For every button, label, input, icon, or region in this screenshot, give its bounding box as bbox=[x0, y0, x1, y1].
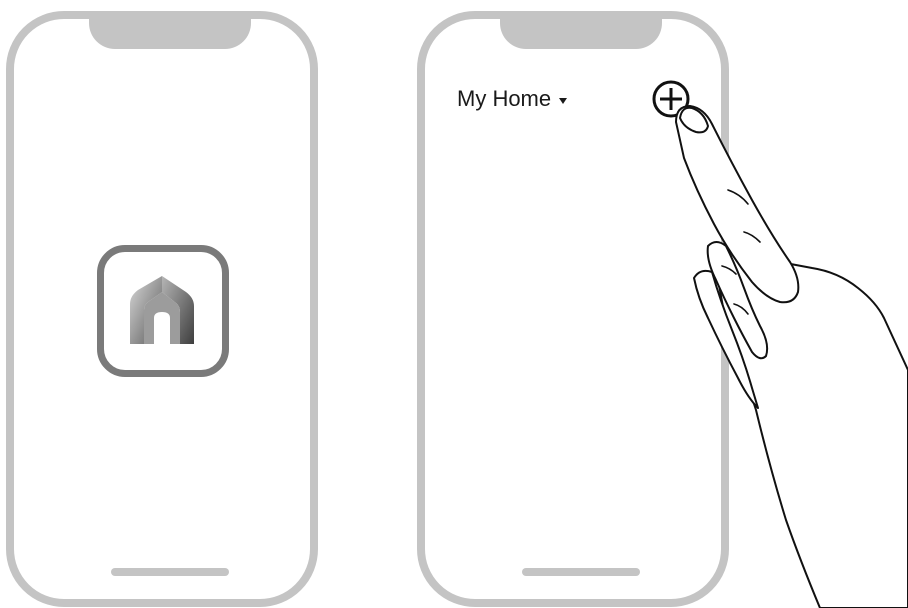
home-selector-label: My Home bbox=[457, 86, 552, 111]
home-indicator bbox=[111, 568, 229, 576]
home-selector[interactable]: My Home bbox=[457, 86, 568, 112]
plus-circle-icon bbox=[652, 80, 690, 118]
phone-notch bbox=[89, 11, 251, 49]
caret-down-icon bbox=[559, 98, 568, 104]
phone-splash-screen bbox=[6, 11, 318, 607]
phone-notch bbox=[500, 11, 662, 49]
home-indicator bbox=[522, 568, 640, 576]
house-logo-graphic bbox=[130, 276, 194, 344]
house-logo-icon[interactable] bbox=[97, 245, 229, 377]
add-device-button[interactable] bbox=[651, 79, 691, 119]
phone-home-screen: My Home bbox=[417, 11, 729, 607]
